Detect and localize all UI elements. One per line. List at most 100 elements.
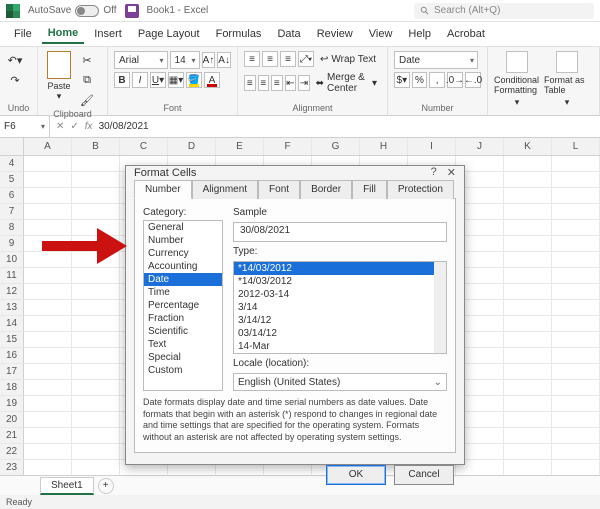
category-item[interactable]: Currency xyxy=(144,247,222,260)
cell[interactable] xyxy=(504,460,552,476)
cell[interactable] xyxy=(552,268,600,284)
autosave-toggle[interactable]: AutoSave Off xyxy=(28,5,117,17)
toggle-off-icon[interactable] xyxy=(75,5,99,17)
accounting-format-button[interactable]: $▾ xyxy=(394,72,410,88)
tab-font[interactable]: Font xyxy=(258,180,300,199)
col-header[interactable]: H xyxy=(360,138,408,155)
type-item[interactable]: 03/14/12 xyxy=(234,327,446,340)
category-item[interactable]: Scientific xyxy=(144,325,222,338)
col-header[interactable]: G xyxy=(312,138,360,155)
fx-icon[interactable]: fx xyxy=(85,121,93,132)
cell[interactable] xyxy=(552,428,600,444)
type-item[interactable]: 3/14 xyxy=(234,301,446,314)
cell[interactable] xyxy=(24,300,72,316)
cell[interactable] xyxy=(72,188,120,204)
align-left-button[interactable]: ≡ xyxy=(244,75,256,91)
row-header[interactable]: 10 xyxy=(0,252,24,268)
cell[interactable] xyxy=(552,396,600,412)
cell[interactable] xyxy=(72,348,120,364)
paste-button[interactable]: Paste ▾ xyxy=(44,51,74,102)
category-item[interactable]: Special xyxy=(144,351,222,364)
cell[interactable] xyxy=(504,316,552,332)
increase-font-button[interactable]: A↑ xyxy=(202,52,216,68)
cell[interactable] xyxy=(504,220,552,236)
type-item[interactable]: 14-Mar xyxy=(234,340,446,353)
select-all-corner[interactable] xyxy=(0,138,24,155)
cell[interactable] xyxy=(24,316,72,332)
tab-border[interactable]: Border xyxy=(300,180,352,199)
cancel-formula-icon[interactable]: ✕ xyxy=(56,121,64,132)
cell[interactable] xyxy=(552,316,600,332)
align-middle-button[interactable]: ≡ xyxy=(262,51,278,67)
col-header[interactable]: C xyxy=(120,138,168,155)
cell[interactable] xyxy=(24,428,72,444)
cell[interactable] xyxy=(24,188,72,204)
ok-button[interactable]: OK xyxy=(326,465,386,485)
copy-button[interactable]: ⧉ xyxy=(78,71,96,89)
tab-protection[interactable]: Protection xyxy=(387,180,454,199)
row-header[interactable]: 20 xyxy=(0,412,24,428)
cell[interactable] xyxy=(24,348,72,364)
cell[interactable] xyxy=(552,332,600,348)
cell[interactable] xyxy=(72,300,120,316)
cell[interactable] xyxy=(24,412,72,428)
cell[interactable] xyxy=(552,444,600,460)
cell[interactable] xyxy=(504,236,552,252)
row-header[interactable]: 17 xyxy=(0,364,24,380)
locale-select[interactable]: English (United States) xyxy=(233,373,447,391)
cell[interactable] xyxy=(24,380,72,396)
cell[interactable] xyxy=(24,460,72,476)
row-header[interactable]: 23 xyxy=(0,460,24,476)
cell[interactable] xyxy=(504,268,552,284)
sheet-tab-1[interactable]: Sheet1 xyxy=(40,477,94,495)
cell[interactable] xyxy=(504,284,552,300)
cell[interactable] xyxy=(72,460,120,476)
type-item[interactable]: *14/03/2012 xyxy=(234,275,446,288)
border-button[interactable]: ▦▾ xyxy=(168,72,184,88)
cell[interactable] xyxy=(504,332,552,348)
save-icon[interactable] xyxy=(125,4,139,18)
decrease-font-button[interactable]: A↓ xyxy=(217,52,231,68)
cell[interactable] xyxy=(72,316,120,332)
col-header[interactable]: B xyxy=(72,138,120,155)
menu-insert[interactable]: Insert xyxy=(88,25,128,43)
col-header[interactable]: A xyxy=(24,138,72,155)
category-item[interactable]: Text xyxy=(144,338,222,351)
cell[interactable] xyxy=(504,396,552,412)
font-size-select[interactable]: 14 xyxy=(170,51,200,69)
menu-page-layout[interactable]: Page Layout xyxy=(132,25,206,43)
cell[interactable] xyxy=(72,380,120,396)
cell[interactable] xyxy=(24,204,72,220)
cell[interactable] xyxy=(24,364,72,380)
cell[interactable] xyxy=(72,172,120,188)
percent-format-button[interactable]: % xyxy=(412,72,428,88)
cell[interactable] xyxy=(552,156,600,172)
category-item[interactable]: Date xyxy=(144,273,222,286)
row-header[interactable]: 13 xyxy=(0,300,24,316)
category-item[interactable]: General xyxy=(144,221,222,234)
format-painter-button[interactable]: 🖌 xyxy=(78,91,96,109)
col-header[interactable]: J xyxy=(456,138,504,155)
formula-value[interactable]: 30/08/2021 xyxy=(99,121,149,132)
cell[interactable] xyxy=(552,348,600,364)
cell[interactable] xyxy=(552,188,600,204)
wrap-text-button[interactable]: ↩ Wrap Text xyxy=(316,52,380,67)
dialog-close-icon[interactable]: ✕ xyxy=(447,166,456,179)
cell[interactable] xyxy=(24,156,72,172)
cell[interactable] xyxy=(552,236,600,252)
category-item[interactable]: Fraction xyxy=(144,312,222,325)
row-header[interactable]: 11 xyxy=(0,268,24,284)
cell[interactable] xyxy=(504,428,552,444)
cell[interactable] xyxy=(552,300,600,316)
cell[interactable] xyxy=(24,172,72,188)
cell[interactable] xyxy=(24,444,72,460)
cell[interactable] xyxy=(552,380,600,396)
dialog-help-icon[interactable]: ? xyxy=(431,166,437,179)
cell[interactable] xyxy=(72,284,120,300)
cell[interactable] xyxy=(504,204,552,220)
fill-color-button[interactable]: 🪣 xyxy=(186,72,202,88)
cell[interactable] xyxy=(552,284,600,300)
cell[interactable] xyxy=(24,332,72,348)
redo-button[interactable]: ↷ xyxy=(6,71,24,89)
type-item[interactable]: *14/03/2012 xyxy=(234,262,446,275)
